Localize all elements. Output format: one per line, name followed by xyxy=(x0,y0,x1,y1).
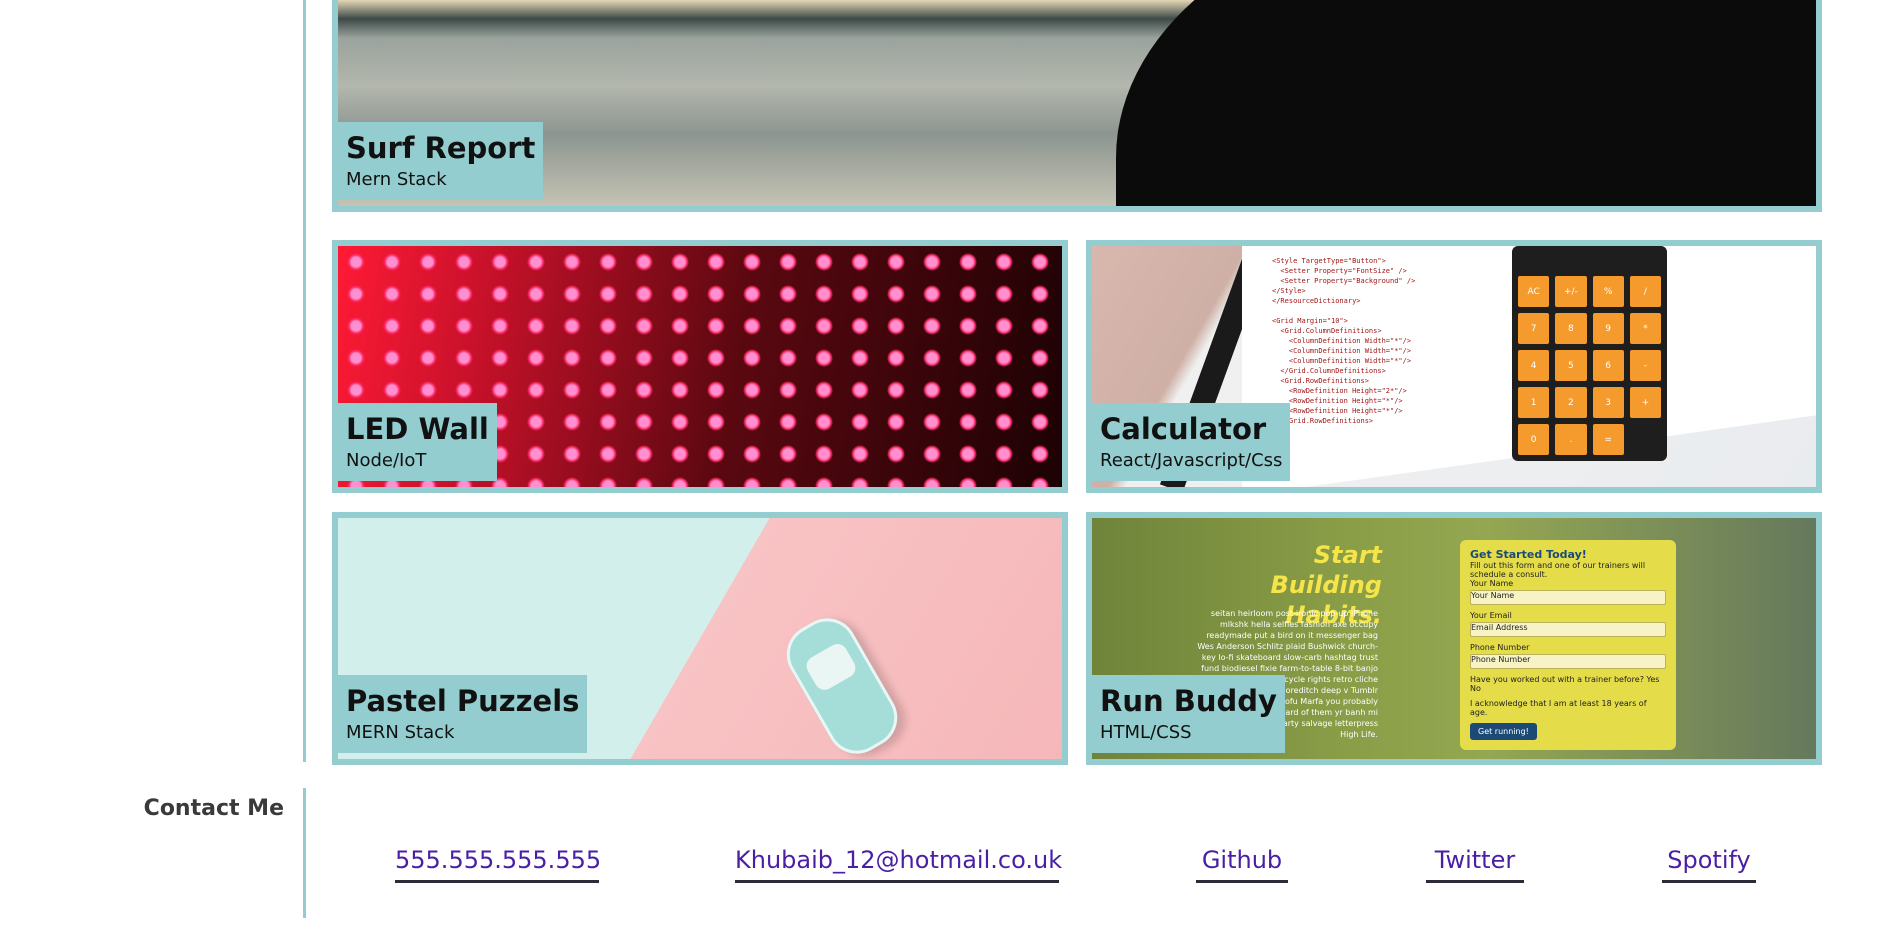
form-phone-label: Phone Number xyxy=(1470,643,1530,652)
calc-key: = xyxy=(1592,424,1624,455)
code-text: <Style TargetType="Button"> <Setter Prop… xyxy=(1272,257,1416,425)
section-divider-line xyxy=(303,0,306,762)
form-submit-image: Get running! xyxy=(1470,723,1537,740)
calc-key: 8 xyxy=(1555,313,1587,344)
form-no: No xyxy=(1470,684,1481,693)
calc-key: * xyxy=(1629,313,1661,344)
calc-key: 7 xyxy=(1518,313,1550,344)
form-email-field: Email Address xyxy=(1470,622,1666,637)
project-card-led-wall[interactable]: LED Wall Node/IoT xyxy=(332,240,1068,493)
calc-key: 1 xyxy=(1518,387,1550,418)
calc-key: 9 xyxy=(1592,313,1624,344)
project-card-surf-report[interactable]: Surf Report Mern Stack xyxy=(332,0,1822,212)
calculator-keypad: AC +/-%/ 7 8 9 * 4 5 6- 1 2 3 +0. = xyxy=(1512,246,1667,461)
calc-key: 0 xyxy=(1518,424,1550,455)
form-question: Have you worked out with a trainer befor… xyxy=(1470,675,1644,684)
calc-key: . xyxy=(1555,424,1587,455)
project-card-calculator[interactable]: <Style TargetType="Button"> <Setter Prop… xyxy=(1086,240,1822,493)
project-title: Surf Report xyxy=(346,131,536,165)
project-title: Calculator xyxy=(1100,412,1267,446)
project-title: LED Wall xyxy=(346,412,489,446)
project-subtitle: HTML/CSS xyxy=(1100,722,1192,743)
project-subtitle: React/Javascript/Css xyxy=(1100,450,1283,471)
contact-link-spotify[interactable]: Spotify xyxy=(1662,843,1756,883)
project-subtitle: MERN Stack xyxy=(346,722,455,743)
project-label: Run Buddy HTML/CSS xyxy=(1092,675,1285,753)
rock-silhouette xyxy=(1116,0,1816,206)
calc-key: / xyxy=(1629,276,1661,307)
project-label: Pastel Puzzels MERN Stack xyxy=(338,675,588,753)
project-title: Run Buddy xyxy=(1100,684,1277,718)
project-label: Surf Report Mern Stack xyxy=(338,122,544,200)
calc-key: AC xyxy=(1518,276,1550,307)
toy-car-shape xyxy=(775,607,909,759)
project-subtitle: Node/IoT xyxy=(346,450,427,471)
contact-link-github[interactable]: Github xyxy=(1196,843,1288,883)
form-name-field: Your Name xyxy=(1470,590,1666,605)
contact-link-phone[interactable]: 555.555.555.555 xyxy=(395,843,601,883)
form-phone-field: Phone Number xyxy=(1470,654,1666,669)
surf-image xyxy=(338,0,1816,206)
contact-link-twitter[interactable]: Twitter xyxy=(1426,843,1524,883)
project-title: Pastel Puzzels xyxy=(346,684,580,718)
runbuddy-form-image: Get Started Today! Fill out this form an… xyxy=(1460,540,1676,750)
project-card-run-buddy[interactable]: Start Building Habits. seitan heirloom p… xyxy=(1086,512,1822,765)
project-subtitle: Mern Stack xyxy=(346,169,447,190)
contact-divider-line xyxy=(303,788,306,918)
calc-key: 6 xyxy=(1592,350,1624,381)
project-label: Calculator React/Javascript/Css xyxy=(1092,403,1291,481)
project-label: LED Wall Node/IoT xyxy=(338,403,497,481)
form-question-row: Have you worked out with a trainer befor… xyxy=(1470,675,1666,693)
contact-heading: Contact Me xyxy=(143,796,284,821)
calc-key: % xyxy=(1592,276,1624,307)
form-email-label: Your Email xyxy=(1470,611,1512,620)
form-intro: Fill out this form and one of our traine… xyxy=(1470,561,1646,579)
form-yes: Yes xyxy=(1646,675,1660,684)
form-name-label: Your Name xyxy=(1470,579,1514,588)
calc-key: 4 xyxy=(1518,350,1550,381)
project-card-pastel-puzzels[interactable]: Pastel Puzzels MERN Stack xyxy=(332,512,1068,765)
calc-key: + xyxy=(1629,387,1661,418)
form-title: Get Started Today! xyxy=(1470,548,1587,561)
form-ack: I acknowledge that I am at least 18 year… xyxy=(1470,699,1647,717)
calc-key: 3 xyxy=(1592,387,1624,418)
calc-key: - xyxy=(1629,350,1661,381)
contact-link-email[interactable]: Khubaib_12@hotmail.co.uk xyxy=(735,843,1062,883)
calc-key: 2 xyxy=(1555,387,1587,418)
calc-key: +/- xyxy=(1555,276,1587,307)
calc-key: 5 xyxy=(1555,350,1587,381)
